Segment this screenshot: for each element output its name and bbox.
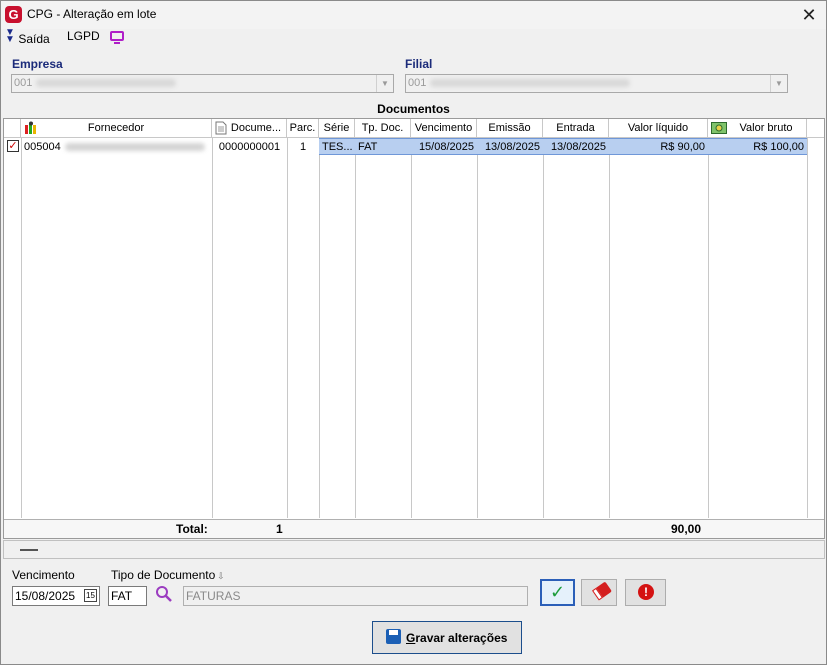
header-label: Fornecedor	[87, 122, 145, 134]
tipo-label-text: Tipo de Documento	[111, 568, 216, 582]
header-tp-doc[interactable]: Tp. Doc.	[355, 119, 411, 138]
total-valor: 90,00	[671, 522, 702, 536]
section-title: Documentos	[377, 102, 450, 116]
chevron-down-icon[interactable]: ▼	[376, 75, 393, 92]
tp-doc-cell: FAT	[358, 141, 378, 153]
header-vencimento[interactable]: Vencimento	[411, 119, 477, 138]
vencimento-value: 15/08/2025	[15, 589, 76, 603]
save-changes-button[interactable]: Gravar alterações	[372, 621, 522, 654]
row-checkbox[interactable]: ✓	[7, 140, 19, 152]
redacted-text	[36, 79, 177, 88]
monitor-icon	[110, 31, 125, 44]
table-row[interactable]: 005004	[24, 139, 210, 155]
calendar-icon[interactable]: 15	[84, 589, 97, 602]
redacted-text	[64, 143, 205, 152]
total-label: Total:	[176, 522, 208, 536]
app-logo: G	[5, 6, 22, 23]
filial-code: 001	[408, 77, 427, 89]
tipo-code-input[interactable]: FAT	[108, 586, 147, 606]
documento-cell: 0000000001	[218, 141, 281, 153]
exit-button[interactable]: ▼ ▼ Saída	[5, 27, 50, 47]
vencimento-input[interactable]: 15/08/2025 15	[12, 586, 100, 606]
supplier-icon	[24, 121, 38, 135]
lgpd-label: LGPD	[67, 29, 100, 43]
check-icon: ✓	[550, 582, 566, 602]
header-label: Valor bruto	[739, 122, 793, 134]
window-title: CPG - Alteração em lote	[27, 7, 157, 21]
tipo-desc-field: FATURAS	[183, 586, 528, 606]
totals-bar: Total: 1 90,00	[4, 519, 824, 538]
money-icon	[711, 122, 727, 138]
entrada-cell: 13/08/2025	[550, 141, 606, 153]
save-label: Gravar alterações	[406, 631, 507, 645]
tipo-documento-label: Tipo de Documento ⇩	[111, 568, 225, 582]
vencimento-label: Vencimento	[12, 568, 75, 582]
window: G CPG - Alteração em lote ✕ ▼ ▼ Saída LGP…	[0, 0, 827, 665]
fornecedor-code: 005004	[24, 141, 61, 153]
header-parcela[interactable]: Parc.	[287, 119, 319, 138]
clear-button[interactable]	[581, 579, 617, 606]
empresa-select[interactable]: 001 ▼	[11, 74, 394, 93]
collapse-icon[interactable]	[20, 549, 38, 551]
confirm-button[interactable]: ✓	[540, 579, 575, 606]
grid-header: Fornecedor Docume... Parc. Série Tp. Doc…	[4, 119, 824, 138]
header-valor-bruto[interactable]: Valor bruto	[708, 119, 807, 138]
document-icon	[215, 121, 227, 138]
header-check-col[interactable]	[4, 119, 21, 138]
exit-label: Saída	[18, 32, 50, 46]
parcela-cell: 1	[299, 141, 307, 153]
header-documento[interactable]: Docume...	[212, 119, 287, 138]
redacted-text	[430, 79, 631, 88]
emissao-cell: 13/08/2025	[484, 141, 540, 153]
save-label-accel: G	[406, 631, 416, 645]
splitter[interactable]	[3, 540, 825, 559]
header-emissao[interactable]: Emissão	[477, 119, 543, 138]
filial-select[interactable]: 001 ▼	[405, 74, 788, 93]
vencimento-cell: 15/08/2025	[418, 141, 474, 153]
search-icon[interactable]	[155, 585, 173, 608]
valor-bruto-cell: R$ 100,00	[753, 141, 804, 153]
title-bar: G CPG - Alteração em lote ✕	[1, 1, 826, 29]
empresa-label: Empresa	[12, 57, 63, 71]
alert-button[interactable]: !	[625, 579, 666, 606]
header-serie[interactable]: Série	[319, 119, 355, 138]
save-label-rest: ravar alterações	[415, 631, 508, 645]
filial-label: Filial	[405, 57, 433, 71]
valor-liquido-cell: R$ 90,00	[660, 141, 705, 153]
header-valor-liquido[interactable]: Valor líquido	[609, 119, 708, 138]
header-fornecedor[interactable]: Fornecedor	[21, 119, 212, 138]
serie-cell: TES...	[322, 141, 353, 153]
lgpd-button[interactable]: LGPD	[67, 29, 125, 44]
arrow-down-icon: ⇩	[217, 571, 225, 581]
empresa-code: 001	[14, 77, 33, 89]
header-entrada[interactable]: Entrada	[543, 119, 609, 138]
eraser-icon	[592, 581, 612, 601]
close-button[interactable]: ✕	[798, 4, 820, 26]
documents-grid[interactable]: Fornecedor Docume... Parc. Série Tp. Doc…	[3, 118, 825, 539]
alert-icon: !	[638, 584, 654, 600]
total-count: 1	[276, 522, 283, 536]
save-icon	[386, 629, 401, 644]
chevron-down-icon[interactable]: ▼	[770, 75, 787, 92]
exit-icon: ▼ ▼	[5, 27, 15, 45]
